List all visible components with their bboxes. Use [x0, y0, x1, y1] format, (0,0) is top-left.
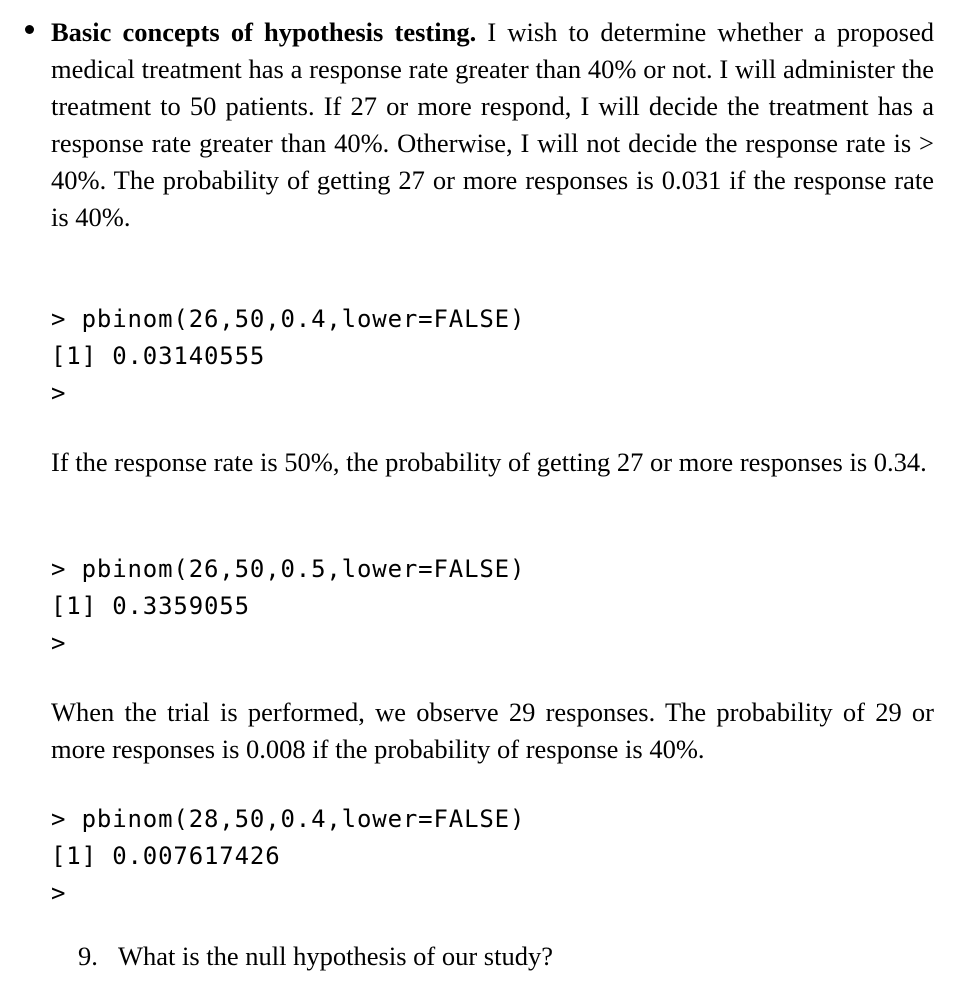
r-console-block-1: > pbinom(26,50,0.4,lower=FALSE) [1] 0.031… — [51, 301, 525, 412]
document-page: Basic concepts of hypothesis testing. I … — [0, 0, 970, 986]
r-trailing-prompt: > — [51, 379, 67, 407]
r-trailing-prompt: > — [51, 879, 67, 907]
r-trailing-prompt: > — [51, 629, 67, 657]
question-number: 9. — [78, 941, 98, 971]
paragraph-text: When the trial is performed, we observe … — [51, 697, 934, 764]
bullet-item-body-text: I wish to determine whether a proposed m… — [51, 17, 934, 232]
numbered-question-9: 9. What is the null hypothesis of our stu… — [78, 938, 934, 975]
r-command-line: > pbinom(26,50,0.5,lower=FALSE) — [51, 555, 526, 583]
bullet-item-text: Basic concepts of hypothesis testing. I … — [51, 14, 934, 236]
bullet-item-lead-bold: Basic concepts of hypothesis testing. — [51, 17, 477, 47]
bullet-list-item: Basic concepts of hypothesis testing. I … — [20, 14, 935, 236]
question-text: What is the null hypothesis of our study… — [118, 941, 553, 971]
paragraph-response-rate-50: If the response rate is 50%, the probabi… — [51, 444, 934, 481]
r-command-line: > pbinom(28,50,0.4,lower=FALSE) — [51, 805, 526, 833]
r-output-line: [1] 0.3359055 — [51, 592, 250, 620]
paragraph-text: If the response rate is 50%, the probabi… — [51, 447, 927, 477]
bullet-dot-icon — [25, 25, 34, 34]
r-output-line: [1] 0.03140555 — [51, 342, 266, 370]
r-command-line: > pbinom(26,50,0.4,lower=FALSE) — [51, 305, 526, 333]
r-console-block-2: > pbinom(26,50,0.5,lower=FALSE) [1] 0.335… — [51, 551, 525, 662]
r-console-block-3: > pbinom(28,50,0.4,lower=FALSE) [1] 0.007… — [51, 801, 525, 912]
paragraph-trial-observed: When the trial is performed, we observe … — [51, 694, 934, 768]
r-output-line: [1] 0.007617426 — [51, 842, 281, 870]
